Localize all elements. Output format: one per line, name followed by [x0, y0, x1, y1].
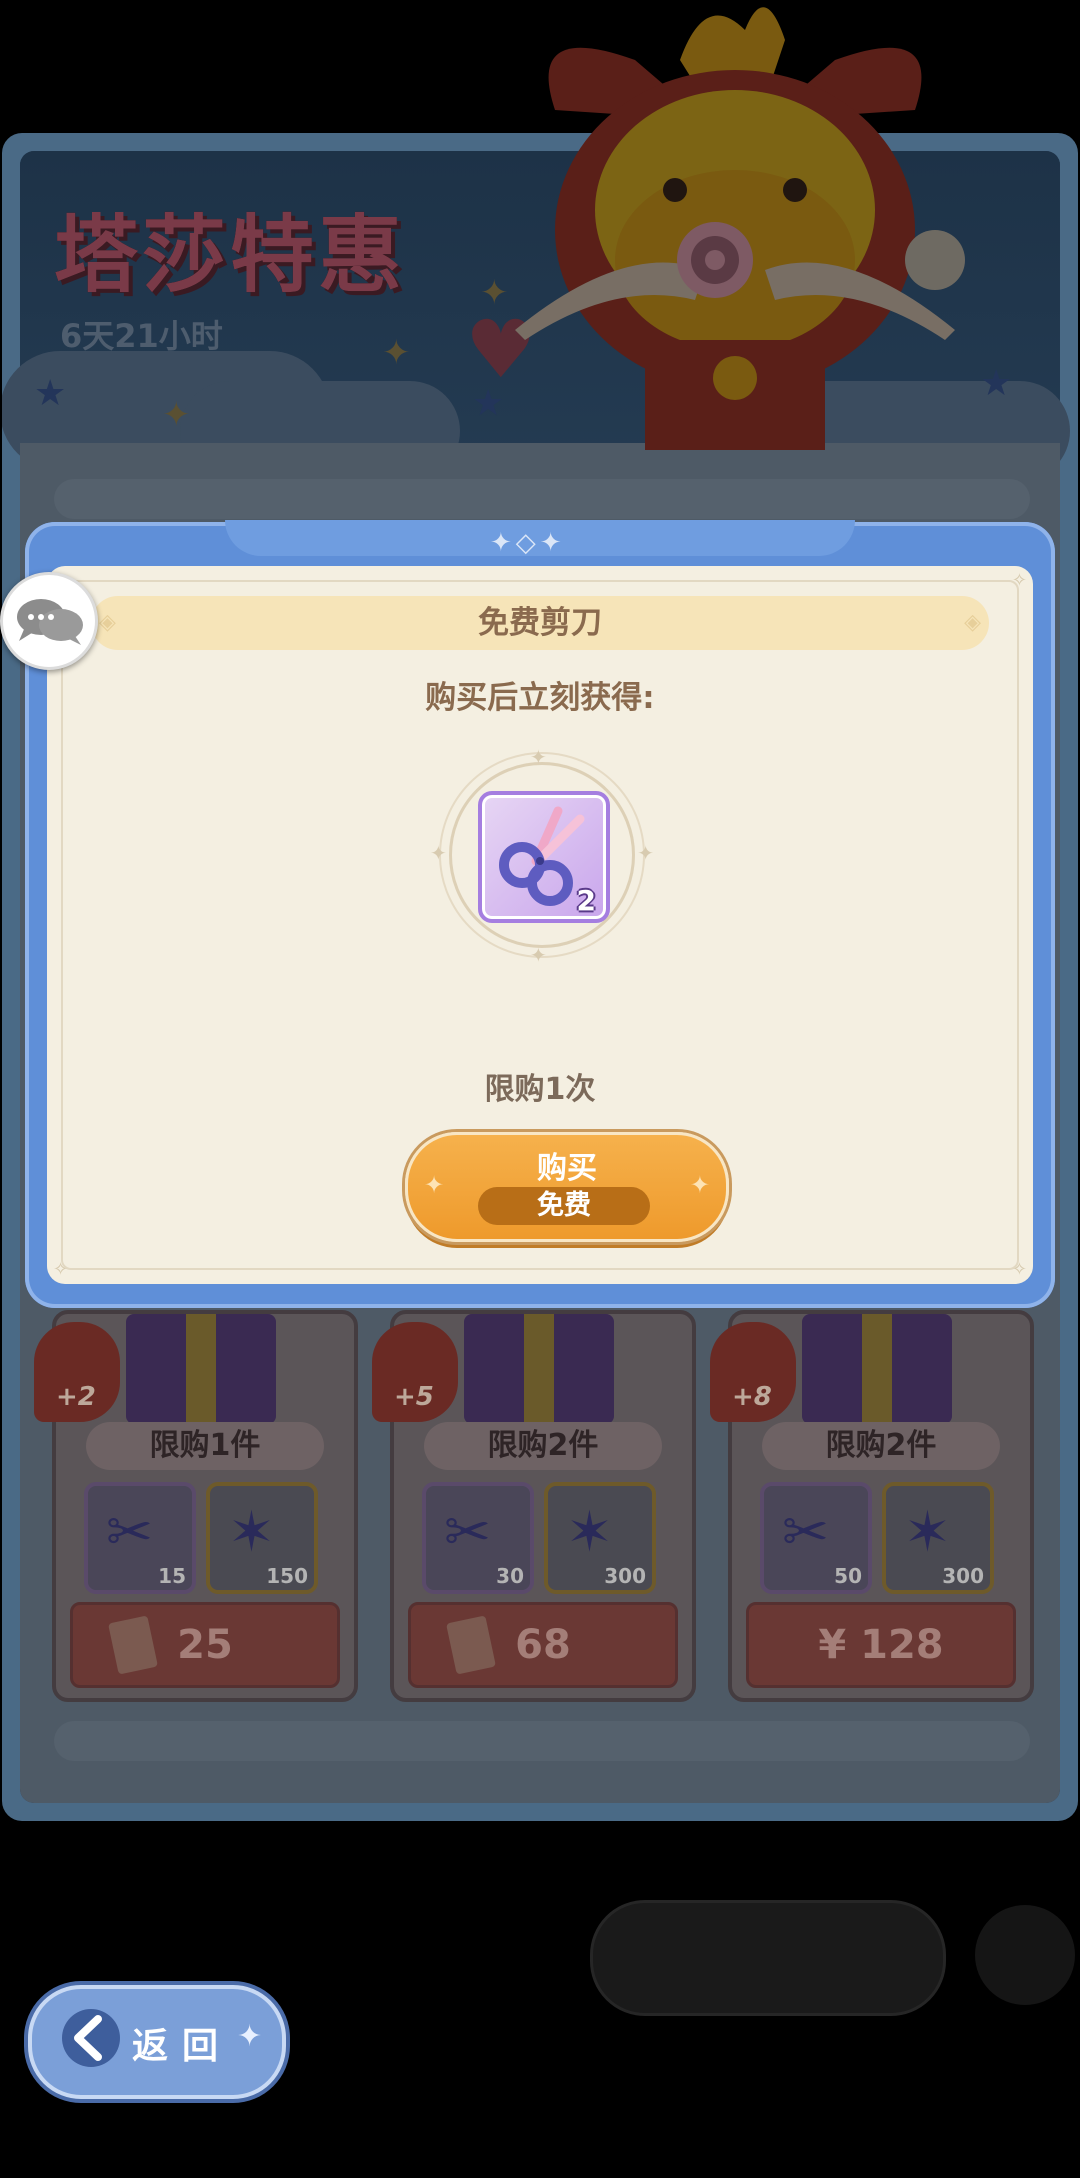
star-icon: ★ [34, 373, 67, 414]
bonus-text: +5 [394, 1382, 434, 1412]
mascot-character-icon [515, 7, 965, 450]
scissors-item: ✂ 15 [84, 1482, 196, 1594]
buy-price: 免费 [478, 1187, 650, 1225]
reward-slot: ✦ ✦ ✦ ✦ 2 [430, 745, 654, 967]
price-text: ¥ 128 [818, 1622, 944, 1668]
price-button[interactable]: ¥ 128 [746, 1602, 1016, 1688]
item-count: 300 [604, 1564, 646, 1588]
ticket-icon [108, 1615, 158, 1675]
back-button[interactable]: 返回 ✦ [28, 1985, 286, 2099]
sparkle-icon: ✦ [162, 395, 191, 435]
offer-strip [54, 479, 1030, 519]
purchase-limit: 限购2件 [762, 1422, 1000, 1470]
sparkle-icon: ✦ [237, 2019, 263, 2054]
buy-button[interactable]: ✦ ✦ 购买 免费 [405, 1132, 729, 1242]
purchase-limit: 限购1件 [86, 1422, 324, 1470]
gift-ribbon [862, 1314, 892, 1424]
offer-card[interactable]: +2 限购1件 ✂ 15 ✶ 150 25 [34, 1310, 358, 1702]
ticket-icon [446, 1615, 496, 1675]
gift-ribbon [524, 1314, 554, 1424]
bonus-badge: +8 [710, 1322, 796, 1422]
gift-ribbon [186, 1314, 216, 1424]
sparkle-icon: ✦ [382, 333, 411, 373]
sparkle-icon: ✦ [530, 745, 547, 769]
dialog-subtitle: 购买后立刻获得: [425, 680, 655, 716]
sparkle-icon: ✦ [430, 841, 447, 865]
background-action-button [590, 1900, 946, 2016]
corner-ornament-icon: ✧ [1011, 570, 1027, 591]
dialog-title-bar: ◈ 免费剪刀 ◈ [91, 596, 989, 650]
purchase-limit: 限购2件 [424, 1422, 662, 1470]
back-label: 返回 [132, 2026, 233, 2067]
offer-strip [54, 1721, 1030, 1761]
item-count: 300 [942, 1564, 984, 1588]
corner-ornament-icon: ✧ [1011, 1259, 1027, 1280]
buy-label: 购买 [537, 1151, 597, 1186]
shop-timer: 6天21小时 [60, 317, 223, 355]
star-crystal-icon: ✶ [904, 1500, 951, 1565]
price-button[interactable]: 25 [70, 1602, 340, 1688]
dialog-title: 免费剪刀 [478, 605, 602, 641]
star-crystal-icon: ✶ [566, 1500, 613, 1565]
price-text: 25 [177, 1622, 233, 1668]
reward-item[interactable]: 2 [478, 791, 610, 923]
item-count: 50 [834, 1564, 862, 1588]
scissors-icon: ✂ [444, 1500, 491, 1565]
shop-title: 塔莎特惠 [54, 206, 407, 304]
item-count: 150 [266, 1564, 308, 1588]
scissors-item: ✂ 50 [760, 1482, 872, 1594]
crystal-item: ✶ 300 [882, 1482, 994, 1594]
price-button[interactable]: 68 [408, 1602, 678, 1688]
chat-button[interactable] [0, 572, 98, 670]
purchase-limit-text: 限购1次 [484, 1072, 596, 1107]
back-arrow-icon [62, 2009, 120, 2067]
star-icon: ★ [980, 363, 1013, 404]
price-text: 68 [515, 1622, 571, 1668]
offer-card[interactable]: +5 限购2件 ✂ 30 ✶ 300 68 [372, 1310, 696, 1702]
chat-bubble-icon [17, 599, 83, 645]
sparkle-icon: ✦ [637, 841, 654, 865]
bonus-text: +2 [56, 1382, 96, 1412]
scissors-icon: ✂ [106, 1500, 153, 1565]
diamond-icon: ◈ [99, 610, 116, 635]
background-round-button [975, 1905, 1075, 2005]
item-count: 30 [496, 1564, 524, 1588]
bonus-badge: +5 [372, 1322, 458, 1422]
scissors-icon: ✂ [782, 1500, 829, 1565]
diamond-ornament-icon: ✦◇✦ [490, 528, 566, 558]
bonus-badge: +2 [34, 1322, 120, 1422]
bonus-text: +8 [732, 1382, 772, 1412]
dialog-body: ✧ ✧ ✧ ✧ ◈ 免费剪刀 ◈ 购买后立刻获得: ✦ ✦ ✦ ✦ 2 [47, 566, 1033, 1284]
corner-ornament-icon: ✧ [53, 1259, 69, 1280]
free-scissors-dialog: ✦◇✦ ✧ ✧ ✧ ✧ ◈ 免费剪刀 ◈ 购买后立刻获得: ✦ ✦ ✦ ✦ [25, 520, 1055, 1308]
crystal-item: ✶ 150 [206, 1482, 318, 1594]
reward-count: 2 [576, 884, 596, 917]
crystal-item: ✶ 300 [544, 1482, 656, 1594]
sparkle-icon: ✦ [530, 943, 547, 967]
diamond-icon: ◈ [964, 610, 981, 635]
scissors-item: ✂ 30 [422, 1482, 534, 1594]
offer-card[interactable]: +8 限购2件 ✂ 50 ✶ 300 ¥ 128 [710, 1310, 1034, 1702]
item-count: 15 [158, 1564, 186, 1588]
star-crystal-icon: ✶ [228, 1500, 275, 1565]
star-icon: ★ [472, 383, 505, 424]
